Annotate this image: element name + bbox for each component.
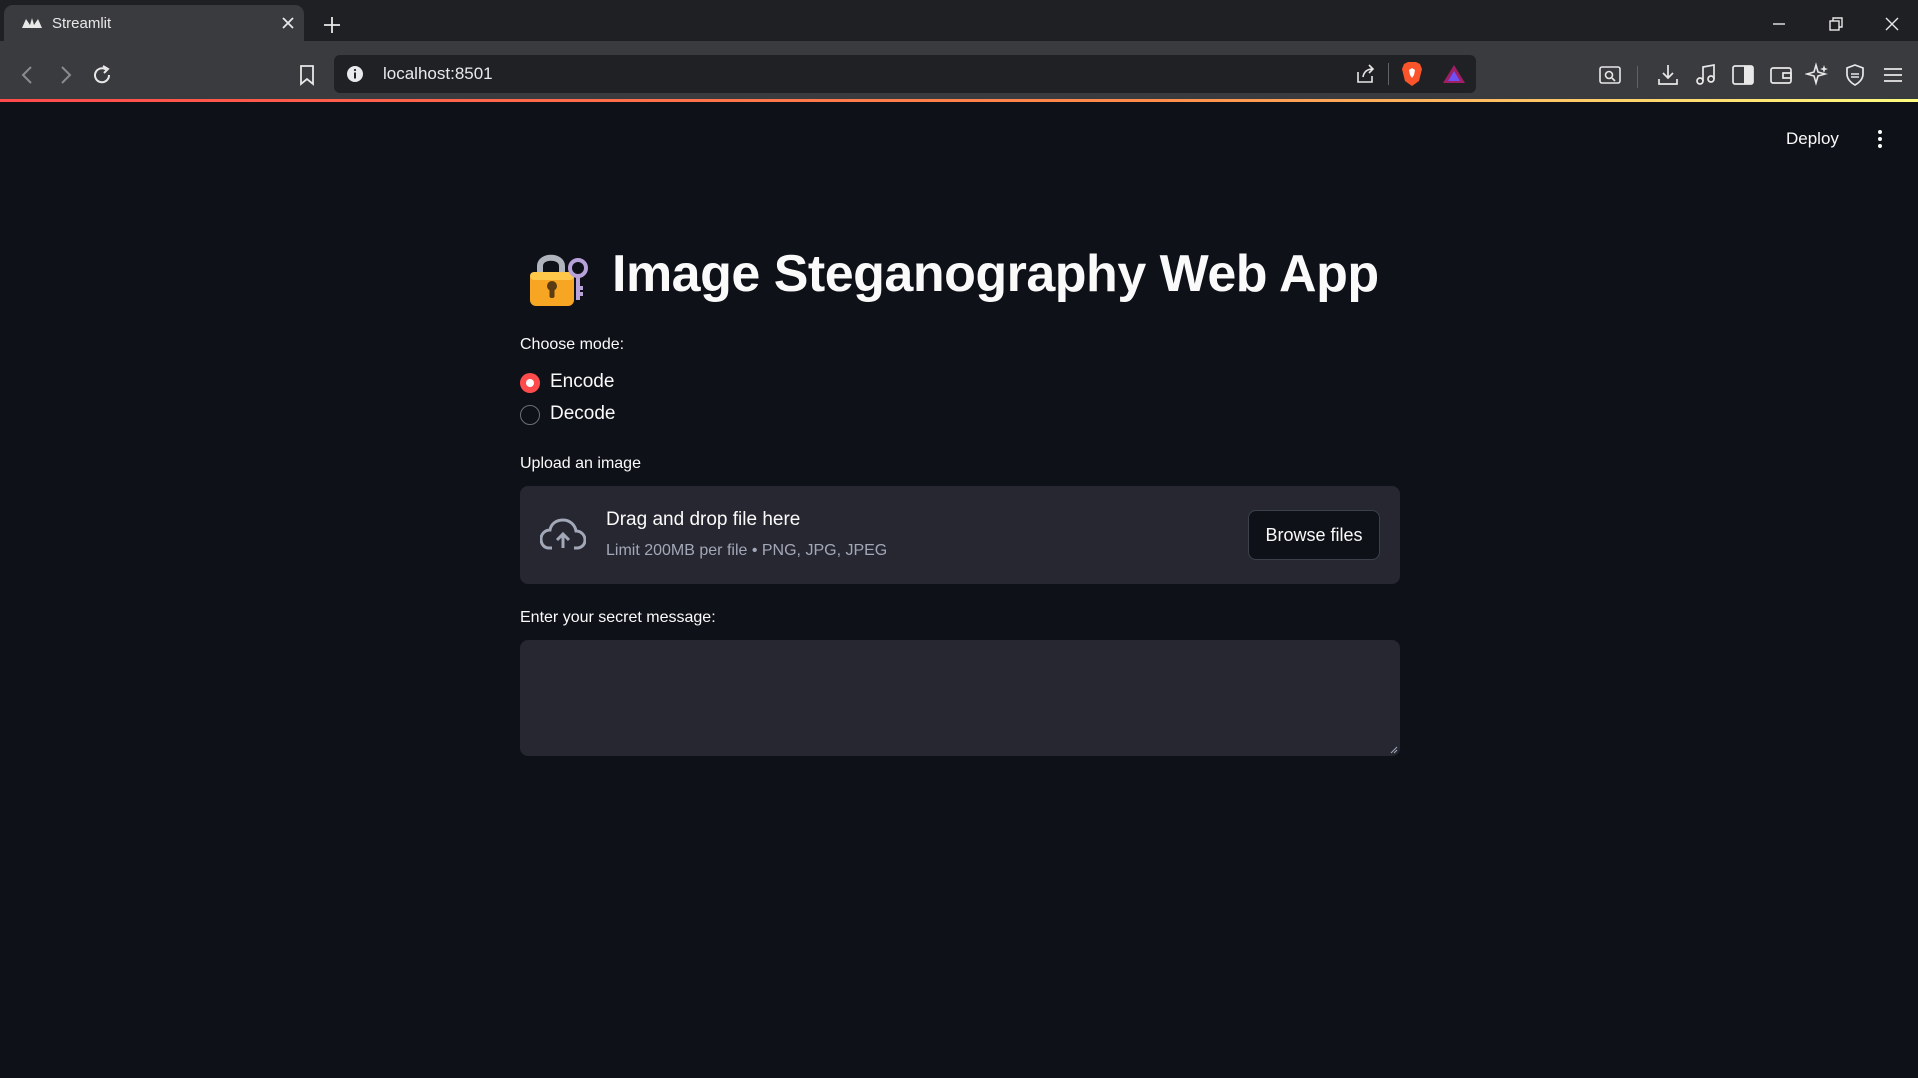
app-header [0,102,1918,162]
download-icon[interactable] [1655,62,1681,88]
brave-shields-icon[interactable] [1400,61,1424,87]
brave-rewards-icon[interactable] [1442,63,1466,85]
page-title: Image Steganography Web App [612,245,1379,303]
browser-tab-strip: Streamlit [0,0,1918,41]
bookmark-icon[interactable] [294,62,320,88]
divider [1637,66,1638,88]
sidebar-icon[interactable] [1730,62,1756,88]
tab-title: Streamlit [52,15,112,32]
radio-label: Decode [550,403,616,424]
deploy-button[interactable]: Deploy [1780,124,1845,154]
minimize-icon[interactable] [1767,12,1791,36]
page-title-row: Image Steganography Web App [526,240,1406,316]
dropzone-limit-text: Limit 200MB per file • PNG, JPG, JPEG [606,542,888,559]
resize-handle-icon[interactable] [1388,744,1398,754]
leo-ai-icon[interactable] [1805,62,1831,88]
divider [1388,63,1389,85]
reload-icon[interactable] [89,62,115,88]
url-text[interactable]: localhost:8501 [383,64,493,84]
lock-with-key-icon [530,254,588,306]
radio-unselected-icon[interactable] [520,405,540,425]
file-dropzone[interactable]: Drag and drop file here Limit 200MB per … [520,486,1400,584]
site-info-icon[interactable] [346,65,364,83]
music-icon[interactable] [1693,62,1719,88]
share-icon[interactable] [1354,62,1378,86]
upload-label: Upload an image [520,455,641,472]
new-tab-icon[interactable] [321,14,343,36]
menu-icon[interactable] [1880,62,1906,88]
radio-label: Encode [550,371,615,392]
streamlit-logo-icon [22,18,42,28]
screenshot-search-icon[interactable] [1597,62,1623,88]
browse-files-button[interactable]: Browse files [1248,510,1380,560]
main-menu-icon[interactable] [1871,127,1889,151]
address-bar[interactable]: localhost:8501 [334,55,1476,93]
dropzone-title: Drag and drop file here [606,509,801,530]
restore-icon[interactable] [1823,12,1847,36]
close-window-icon[interactable] [1880,12,1904,36]
back-icon[interactable] [15,62,41,88]
forward-icon[interactable] [52,62,78,88]
wallet-icon[interactable] [1768,62,1794,88]
radio-option-decode[interactable]: Decode [520,401,660,429]
cloud-upload-icon [540,518,586,550]
close-tab-icon[interactable] [280,15,296,31]
radio-option-encode[interactable]: Encode [520,369,660,397]
mode-label: Choose mode: [520,336,625,353]
vpn-shield-icon[interactable] [1842,62,1868,88]
browser-tab[interactable]: Streamlit [4,5,304,41]
secret-message-input[interactable] [520,640,1400,756]
radio-selected-icon[interactable] [520,373,540,393]
message-label: Enter your secret message: [520,609,716,626]
